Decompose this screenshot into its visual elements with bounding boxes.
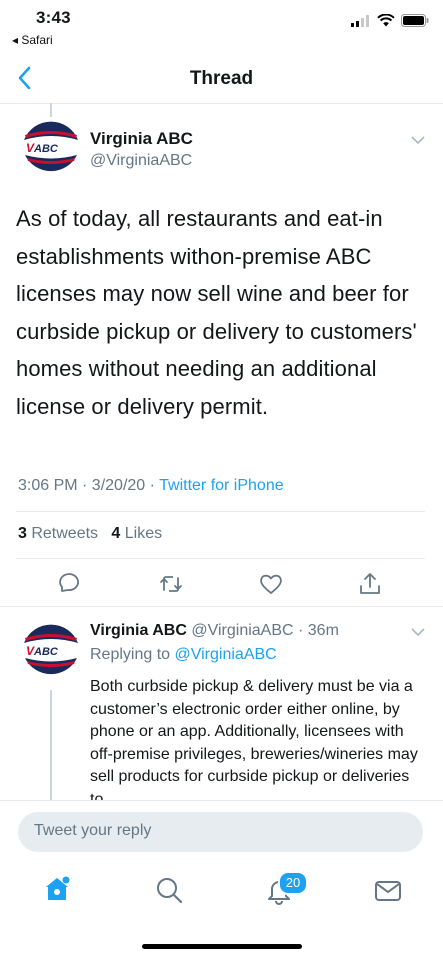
signal-icon	[351, 14, 369, 27]
messages-icon[interactable]	[373, 876, 403, 906]
author-name[interactable]: Virginia ABC	[90, 129, 193, 149]
wifi-icon	[377, 14, 395, 27]
like-icon[interactable]	[258, 571, 284, 597]
divider	[16, 511, 425, 512]
caret-down-icon[interactable]	[410, 134, 426, 146]
thread-connector	[50, 103, 52, 117]
retweets-stat[interactable]: 3 Retweets	[18, 525, 98, 542]
search-icon[interactable]	[154, 875, 184, 905]
back-to-safari[interactable]: ◂ Safari	[12, 33, 53, 47]
home-indicator[interactable]	[142, 944, 302, 949]
author-handle[interactable]: @VirginiaABC	[90, 152, 192, 170]
logo-text: ABC	[33, 646, 59, 658]
reply-author-name[interactable]: Virginia ABC	[90, 622, 187, 639]
tweet-source-link[interactable]: Twitter for iPhone	[159, 477, 284, 494]
home-icon[interactable]	[42, 874, 72, 904]
reply-handle-time: @VirginiaABC · 36m	[186, 622, 339, 639]
retweet-icon[interactable]	[158, 571, 184, 597]
tweet-meta: 3:06 PM · 3/20/20 · Twitter for iPhone	[18, 477, 284, 495]
likes-count: 4	[111, 525, 121, 542]
reply-input[interactable]: Tweet your reply	[18, 812, 423, 852]
replying-to-link[interactable]: @VirginiaABC	[175, 646, 277, 663]
retweets-label: Retweets	[26, 525, 99, 542]
reply-header: Virginia ABC @VirginiaABC · 36m	[90, 622, 339, 640]
tweet-stats: 3 Retweets 4 Likes	[18, 525, 162, 543]
replying-to: Replying to @VirginiaABC	[90, 646, 277, 664]
status-time: 3:43	[36, 8, 71, 27]
likes-label: Likes	[120, 525, 163, 542]
caret-down-icon[interactable]	[410, 626, 426, 638]
status-icons	[351, 14, 429, 27]
battery-icon	[401, 14, 429, 27]
divider	[16, 558, 425, 559]
page-title: Thread	[189, 68, 254, 89]
reply-icon[interactable]	[56, 571, 82, 597]
share-icon[interactable]	[357, 571, 383, 597]
tweet-timestamp: 3:06 PM · 3/20/20 ·	[18, 477, 160, 494]
replying-to-prefix: Replying to	[90, 646, 175, 663]
nav-divider	[0, 103, 443, 104]
notifications-badge: 20	[278, 871, 308, 895]
likes-stat[interactable]: 4 Likes	[111, 525, 162, 542]
retweets-count: 3	[18, 525, 27, 542]
tweet-text: As of today, all restaurants and eat-in …	[16, 206, 417, 419]
virginia-abc-logo: V ABC	[22, 118, 80, 176]
reply-avatar[interactable]: V ABC	[22, 621, 80, 679]
avatar[interactable]: V ABC	[22, 118, 80, 176]
divider	[0, 606, 443, 607]
reply-text: Both curbside pickup & delivery must be …	[90, 678, 418, 801]
logo-text: ABC	[33, 143, 59, 155]
virginia-abc-logo: V ABC	[22, 621, 80, 679]
thread-connector	[50, 690, 52, 810]
